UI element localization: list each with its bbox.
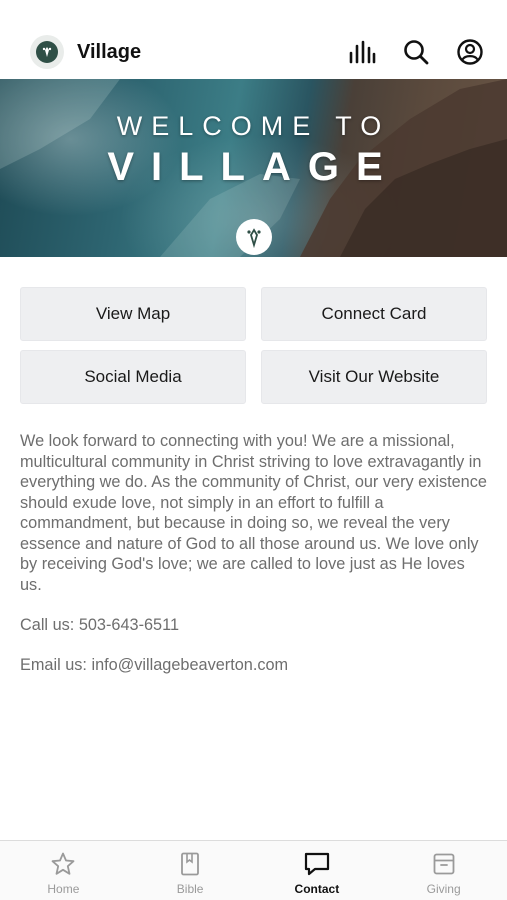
star-icon [51, 852, 75, 875]
email-text[interactable]: Email us: info@villagebeaverton.com [20, 656, 288, 675]
box-icon [433, 853, 455, 875]
book-icon [181, 852, 200, 876]
tab-label: Bible [176, 882, 204, 896]
tab-label: Giving [426, 882, 461, 896]
tab-home[interactable]: Home [0, 841, 127, 900]
tab-giving[interactable]: Giving [380, 841, 507, 900]
account-icon[interactable] [455, 37, 485, 67]
banner-heading-small: WELCOME TO [116, 111, 391, 141]
tab-label: Contact [294, 882, 340, 896]
connect-card-button[interactable]: Connect Card [261, 287, 487, 341]
welcome-banner: WELCOME TO VILLAGE [0, 79, 507, 257]
visit-website-button[interactable]: Visit Our Website [261, 350, 487, 404]
tab-label: Home [47, 882, 80, 896]
phone-text[interactable]: Call us: 503-643-6511 [20, 616, 179, 635]
logo-icon[interactable] [30, 35, 64, 69]
bottom-tab-bar: Home Bible Contact Giving [0, 840, 507, 900]
app-header: Village [0, 26, 507, 78]
chat-icon [304, 852, 329, 876]
view-map-button[interactable]: View Map [20, 287, 246, 341]
banner-heading-large: VILLAGE [107, 145, 400, 189]
tab-contact[interactable]: Contact [254, 841, 381, 900]
village-mark-icon [236, 219, 272, 255]
social-media-button[interactable]: Social Media [20, 350, 246, 404]
tab-bible[interactable]: Bible [127, 841, 254, 900]
search-icon[interactable] [401, 37, 431, 67]
action-buttons: View Map Connect Card Social Media Visit… [20, 287, 488, 404]
welcome-description: We look forward to connecting with you! … [20, 432, 487, 594]
app-title: Village [77, 40, 142, 63]
equalizer-icon[interactable] [347, 37, 377, 67]
